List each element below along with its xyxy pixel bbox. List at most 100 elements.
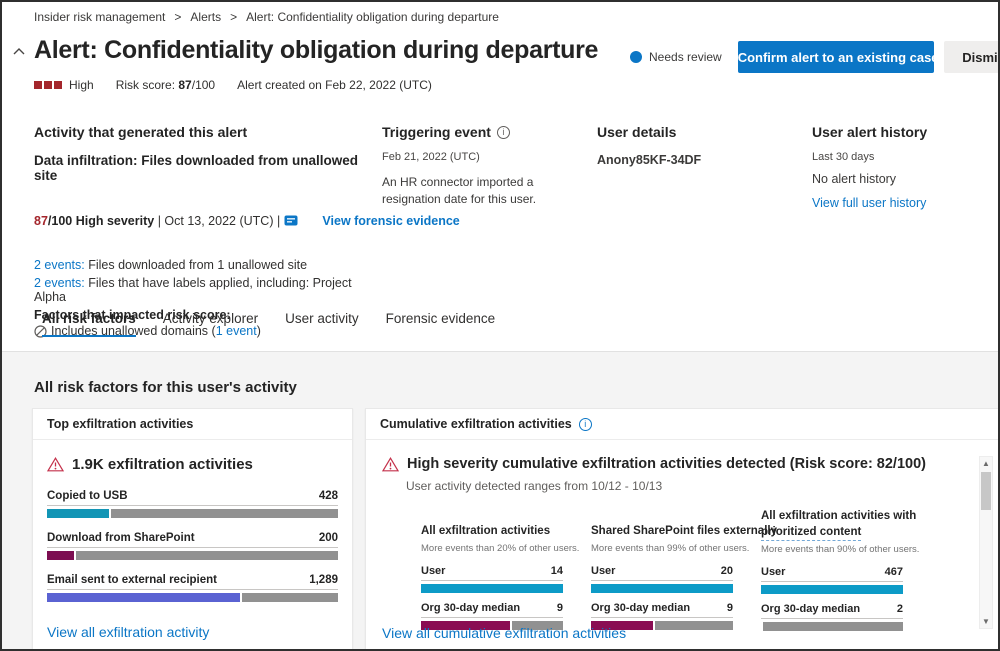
user-bar <box>761 585 903 594</box>
user-value: 14 <box>551 565 563 577</box>
bar-label: Download from SharePoint <box>47 532 195 544</box>
breadcrumb-separator: > <box>230 10 237 24</box>
tab-bar: All risk factors Activity explorer User … <box>42 311 495 337</box>
median-label: Org 30-day median <box>761 603 860 615</box>
view-all-exfiltration-link[interactable]: View all exfiltration activity <box>47 624 209 640</box>
bar-row: Download from SharePoint 200 <box>47 532 338 560</box>
bar-value: 1,289 <box>309 574 338 586</box>
dismiss-alert-button[interactable]: Dismiss alert <box>944 41 1000 73</box>
page-title: Alert: Confidentiality obligation during… <box>34 36 598 65</box>
column-title: All exfiltration activities <box>421 523 563 539</box>
user-alert-history-column: User alert history Last 30 days No alert… <box>812 124 997 373</box>
top-exfiltration-summary: 1.9K exfiltration activities <box>72 456 253 473</box>
needs-review-status-icon <box>630 51 642 63</box>
severity-high-icon <box>34 81 62 89</box>
column-subtitle: More events than 90% of other users. <box>761 544 903 555</box>
triggering-event-description: An HR connector imported a resignation d… <box>382 174 587 209</box>
cumulative-columns: All exfiltration activities More events … <box>421 508 987 631</box>
tab-user-activity[interactable]: User activity <box>285 311 359 337</box>
top-exfiltration-bars: Copied to USB428 Download from SharePoin… <box>47 490 338 602</box>
user-bar <box>421 584 563 593</box>
user-label: User <box>591 565 615 577</box>
cumulative-column-prioritized: All exfiltration activities withprioriti… <box>761 508 903 631</box>
alert-meta-row: High Risk score: 87 /100 Alert created o… <box>34 78 432 92</box>
info-icon[interactable]: i <box>497 126 510 139</box>
collapse-chevron-up-icon[interactable] <box>11 44 27 60</box>
median-label: Org 30-day median <box>591 602 690 614</box>
user-name: Anony85KF-34DF <box>597 153 812 167</box>
event-text: Files downloaded from 1 unallowed site <box>85 258 307 272</box>
alert-created-label: Alert created on Feb 22, 2022 (UTC) <box>237 78 432 92</box>
bar-label: Email sent to external recipient <box>47 574 217 586</box>
warning-icon <box>382 457 399 472</box>
status-badge: Needs review <box>649 50 722 64</box>
top-exfiltration-card-title: Top exfiltration activities <box>47 417 193 431</box>
scrollbar-up-arrow-icon[interactable]: ▲ <box>980 457 992 470</box>
external-email-bar <box>47 593 338 602</box>
column-title: All exfiltration activities with <box>761 508 903 524</box>
card-scrollbar[interactable]: ▲ ▼ <box>979 456 993 629</box>
median-bar <box>761 622 903 631</box>
scrollbar-down-arrow-icon[interactable]: ▼ <box>980 615 992 628</box>
event-count-link[interactable]: 2 events: <box>34 276 85 290</box>
bar-row: Copied to USB428 <box>47 490 338 518</box>
view-all-cumulative-link[interactable]: View all cumulative exfiltration activit… <box>382 625 626 641</box>
cumulative-summary: High severity cumulative exfiltration ac… <box>407 456 926 472</box>
sharepoint-download-bar <box>47 551 338 560</box>
cumulative-column-sharepoint: Shared SharePoint files externally More … <box>591 508 733 631</box>
top-exfiltration-card: Top exfiltration activities 1.9K exfiltr… <box>32 408 353 649</box>
scrollbar-thumb[interactable] <box>981 472 991 510</box>
user-details-column: User details Anony85KF-34DF <box>597 124 812 373</box>
breadcrumb-current: Alert: Confidentiality obligation during… <box>246 10 499 24</box>
breadcrumb-alerts[interactable]: Alerts <box>190 10 221 24</box>
user-value: 20 <box>721 565 733 577</box>
user-value: 467 <box>885 566 903 578</box>
column-title: Shared SharePoint files externally <box>591 523 733 539</box>
tab-all-risk-factors[interactable]: All risk factors <box>42 311 136 337</box>
history-status: No alert history <box>812 172 997 186</box>
cumulative-exfiltration-card: Cumulative exfiltration activities i Hig… <box>365 408 1000 649</box>
risk-score-value: 87 <box>178 78 191 92</box>
forensic-evidence-icon <box>284 187 319 254</box>
activity-heading: Activity that generated this alert <box>34 124 382 140</box>
event-count-link[interactable]: 2 events: <box>34 258 85 272</box>
confirm-alert-button[interactable]: Confirm alert to an existing case <box>738 41 934 73</box>
column-title-line2[interactable]: prioritized content <box>761 524 861 541</box>
risk-section-heading: All risk factors for this user's activit… <box>34 379 297 396</box>
info-icon[interactable]: i <box>579 418 592 431</box>
risk-score-label: Risk score: <box>116 78 179 92</box>
activity-event-line: 2 events: Files that have labels applied… <box>34 276 382 304</box>
breadcrumb: Insider risk management > Alerts > Alert… <box>34 10 499 24</box>
cumulative-date-range: User activity detected ranges from 10/12… <box>406 479 987 493</box>
breadcrumb-insider-risk[interactable]: Insider risk management <box>34 10 165 24</box>
median-value: 9 <box>727 602 733 614</box>
user-bar <box>591 584 733 593</box>
risk-factors-section: All risk factors for this user's activit… <box>2 351 998 649</box>
column-subtitle: More events than 20% of other users. <box>421 543 563 554</box>
bar-value: 200 <box>319 532 338 544</box>
activity-score-suffix: /100 High severity <box>48 214 154 228</box>
cumulative-column-all: All exfiltration activities More events … <box>421 508 563 631</box>
user-label: User <box>761 566 785 578</box>
median-value: 2 <box>897 603 903 615</box>
header-actions: Needs review Confirm alert to an existin… <box>630 41 1000 73</box>
bar-row: Email sent to external recipient 1,289 <box>47 574 338 602</box>
severity-label: High <box>69 78 94 92</box>
median-value: 9 <box>557 602 563 614</box>
tab-forensic-evidence[interactable]: Forensic evidence <box>386 311 496 337</box>
activity-score-line: 87/100 High severity | Oct 13, 2022 (UTC… <box>34 187 382 254</box>
cumulative-card-title: Cumulative exfiltration activities <box>380 417 572 431</box>
bar-value: 428 <box>319 490 338 502</box>
warning-icon <box>47 457 64 472</box>
risk-score-total: /100 <box>192 78 215 92</box>
triggering-event-date: Feb 21, 2022 (UTC) <box>382 151 597 163</box>
triggering-event-heading: Triggering event <box>382 124 491 140</box>
alert-detail-page: Insider risk management > Alerts > Alert… <box>0 0 1000 651</box>
activity-score-value: 87 <box>34 214 48 228</box>
history-period: Last 30 days <box>812 151 997 163</box>
tab-activity-explorer[interactable]: Activity explorer <box>163 311 258 337</box>
usb-copy-bar <box>47 509 338 518</box>
view-full-user-history-link[interactable]: View full user history <box>812 196 926 210</box>
activity-alert-name: Data infiltration: Files downloaded from… <box>34 153 382 183</box>
column-subtitle: More events than 99% of other users. <box>591 543 733 554</box>
